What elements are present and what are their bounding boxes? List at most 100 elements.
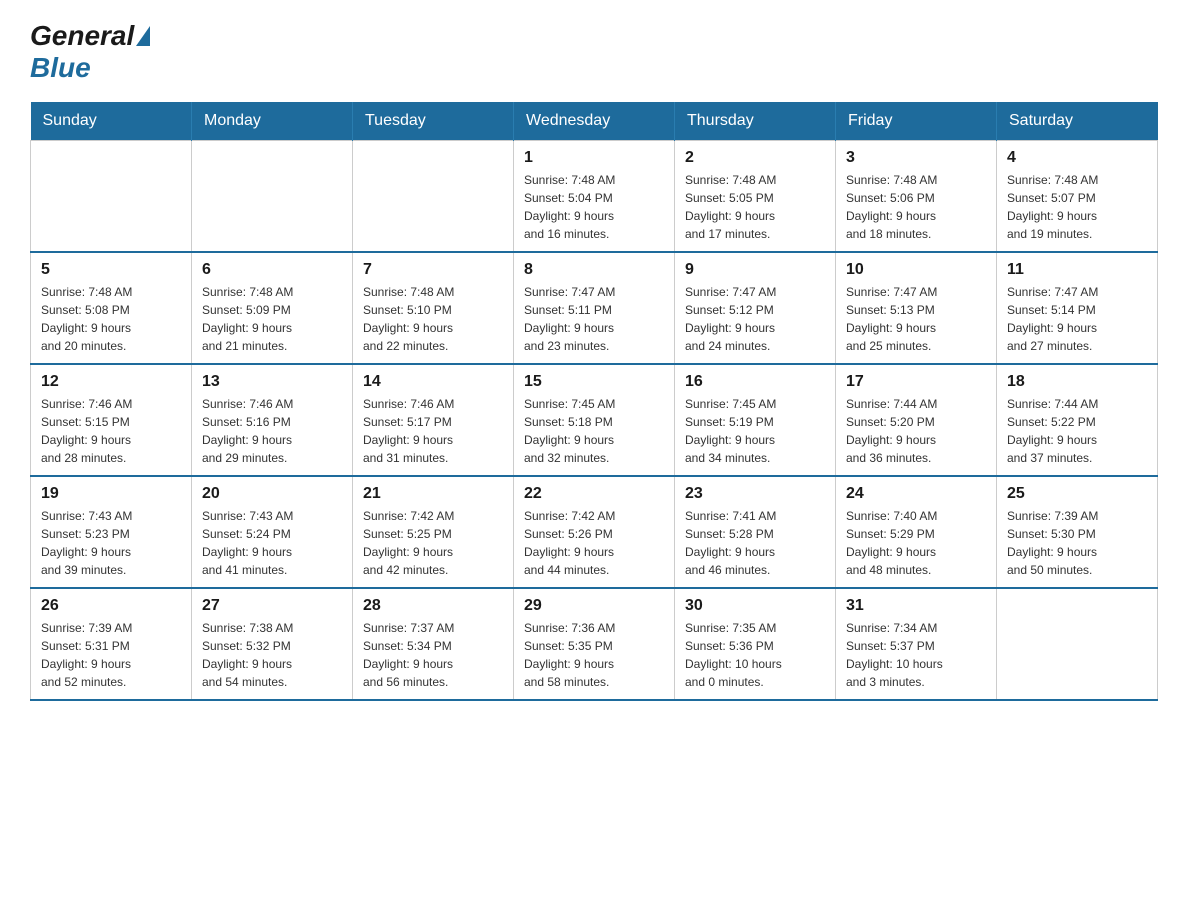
day-info: Sunrise: 7:43 AM Sunset: 5:24 PM Dayligh… <box>202 507 342 579</box>
calendar-table: SundayMondayTuesdayWednesdayThursdayFrid… <box>30 102 1158 701</box>
day-number: 26 <box>41 597 181 615</box>
day-number: 10 <box>846 261 986 279</box>
header-tuesday: Tuesday <box>353 102 514 141</box>
day-number: 19 <box>41 485 181 503</box>
calendar-week-row: 26Sunrise: 7:39 AM Sunset: 5:31 PM Dayli… <box>31 588 1158 700</box>
header-saturday: Saturday <box>997 102 1158 141</box>
calendar-cell: 25 Sunrise: 7:39 AM Sunset: 5:30 PM Dayli… <box>997 476 1158 588</box>
header-wednesday: Wednesday <box>514 102 675 141</box>
calendar-cell: 19 Sunrise: 7:43 AM Sunset: 5:23 PM Dayli… <box>31 476 192 588</box>
day-info: Sunrise: 7:48 AM Sunset: 5:08 PM Dayligh… <box>41 283 181 355</box>
calendar-week-row: 1 Sunrise: 7:48 AM Sunset: 5:04 PM Daylig… <box>31 141 1158 253</box>
day-info: Sunrise: 7:46 AM Sunset: 5:16 PM Dayligh… <box>202 395 342 467</box>
day-number: 18 <box>1007 373 1147 391</box>
day-info: Sunrise: 7:37 AM Sunset: 5:34 PM Dayligh… <box>363 619 503 691</box>
calendar-cell <box>353 141 514 253</box>
calendar-cell: 28 Sunrise: 7:37 AM Sunset: 5:34 PM Dayli… <box>353 588 514 700</box>
calendar-cell: 14 Sunrise: 7:46 AM Sunset: 5:17 PM Dayli… <box>353 364 514 476</box>
calendar-cell: 20 Sunrise: 7:43 AM Sunset: 5:24 PM Dayli… <box>192 476 353 588</box>
calendar-cell: 8 Sunrise: 7:47 AM Sunset: 5:11 PM Daylig… <box>514 252 675 364</box>
day-number: 2 <box>685 149 825 167</box>
day-number: 14 <box>363 373 503 391</box>
day-number: 3 <box>846 149 986 167</box>
day-info: Sunrise: 7:48 AM Sunset: 5:06 PM Dayligh… <box>846 171 986 243</box>
day-info: Sunrise: 7:46 AM Sunset: 5:17 PM Dayligh… <box>363 395 503 467</box>
day-number: 20 <box>202 485 342 503</box>
header-monday: Monday <box>192 102 353 141</box>
calendar-cell: 22 Sunrise: 7:42 AM Sunset: 5:26 PM Dayli… <box>514 476 675 588</box>
calendar-cell: 2Sunrise: 7:48 AM Sunset: 5:05 PM Daylig… <box>675 141 836 253</box>
logo-blue-text: Blue <box>30 52 91 83</box>
day-number: 4 <box>1007 149 1147 167</box>
day-number: 25 <box>1007 485 1147 503</box>
day-info: Sunrise: 7:39 AM Sunset: 5:30 PM Dayligh… <box>1007 507 1147 579</box>
day-info: Sunrise: 7:46 AM Sunset: 5:15 PM Dayligh… <box>41 395 181 467</box>
calendar-cell: 15Sunrise: 7:45 AM Sunset: 5:18 PM Dayli… <box>514 364 675 476</box>
calendar-week-row: 5 Sunrise: 7:48 AM Sunset: 5:08 PM Daylig… <box>31 252 1158 364</box>
day-number: 7 <box>363 261 503 279</box>
day-info: Sunrise: 7:48 AM Sunset: 5:04 PM Dayligh… <box>524 171 664 243</box>
day-info: Sunrise: 7:38 AM Sunset: 5:32 PM Dayligh… <box>202 619 342 691</box>
day-number: 29 <box>524 597 664 615</box>
calendar-cell <box>997 588 1158 700</box>
calendar-cell: 10Sunrise: 7:47 AM Sunset: 5:13 PM Dayli… <box>836 252 997 364</box>
logo-general-text: General <box>30 20 134 52</box>
logo-triangle-icon <box>136 26 150 46</box>
calendar-cell: 26Sunrise: 7:39 AM Sunset: 5:31 PM Dayli… <box>31 588 192 700</box>
day-info: Sunrise: 7:45 AM Sunset: 5:18 PM Dayligh… <box>524 395 664 467</box>
day-info: Sunrise: 7:45 AM Sunset: 5:19 PM Dayligh… <box>685 395 825 467</box>
calendar-cell: 29 Sunrise: 7:36 AM Sunset: 5:35 PM Dayli… <box>514 588 675 700</box>
calendar-cell: 18 Sunrise: 7:44 AM Sunset: 5:22 PM Dayli… <box>997 364 1158 476</box>
calendar-cell: 12 Sunrise: 7:46 AM Sunset: 5:15 PM Dayli… <box>31 364 192 476</box>
day-info: Sunrise: 7:48 AM Sunset: 5:07 PM Dayligh… <box>1007 171 1147 243</box>
calendar-cell: 17 Sunrise: 7:44 AM Sunset: 5:20 PM Dayli… <box>836 364 997 476</box>
day-info: Sunrise: 7:48 AM Sunset: 5:10 PM Dayligh… <box>363 283 503 355</box>
logo: General Blue <box>30 20 150 84</box>
day-info: Sunrise: 7:42 AM Sunset: 5:25 PM Dayligh… <box>363 507 503 579</box>
day-info: Sunrise: 7:43 AM Sunset: 5:23 PM Dayligh… <box>41 507 181 579</box>
day-number: 24 <box>846 485 986 503</box>
calendar-cell: 23Sunrise: 7:41 AM Sunset: 5:28 PM Dayli… <box>675 476 836 588</box>
calendar-cell: 27 Sunrise: 7:38 AM Sunset: 5:32 PM Dayli… <box>192 588 353 700</box>
calendar-header-row: SundayMondayTuesdayWednesdayThursdayFrid… <box>31 102 1158 141</box>
calendar-week-row: 12 Sunrise: 7:46 AM Sunset: 5:15 PM Dayli… <box>31 364 1158 476</box>
calendar-cell: 9Sunrise: 7:47 AM Sunset: 5:12 PM Daylig… <box>675 252 836 364</box>
day-info: Sunrise: 7:36 AM Sunset: 5:35 PM Dayligh… <box>524 619 664 691</box>
calendar-cell: 13 Sunrise: 7:46 AM Sunset: 5:16 PM Dayli… <box>192 364 353 476</box>
calendar-cell: 7 Sunrise: 7:48 AM Sunset: 5:10 PM Daylig… <box>353 252 514 364</box>
calendar-cell: 11 Sunrise: 7:47 AM Sunset: 5:14 PM Dayli… <box>997 252 1158 364</box>
day-number: 28 <box>363 597 503 615</box>
day-info: Sunrise: 7:44 AM Sunset: 5:20 PM Dayligh… <box>846 395 986 467</box>
day-number: 11 <box>1007 261 1147 279</box>
day-number: 5 <box>41 261 181 279</box>
calendar-cell: 4 Sunrise: 7:48 AM Sunset: 5:07 PM Daylig… <box>997 141 1158 253</box>
day-info: Sunrise: 7:44 AM Sunset: 5:22 PM Dayligh… <box>1007 395 1147 467</box>
calendar-cell: 16 Sunrise: 7:45 AM Sunset: 5:19 PM Dayli… <box>675 364 836 476</box>
day-info: Sunrise: 7:47 AM Sunset: 5:14 PM Dayligh… <box>1007 283 1147 355</box>
header-thursday: Thursday <box>675 102 836 141</box>
day-number: 12 <box>41 373 181 391</box>
day-number: 6 <box>202 261 342 279</box>
day-number: 8 <box>524 261 664 279</box>
day-number: 22 <box>524 485 664 503</box>
day-number: 17 <box>846 373 986 391</box>
day-number: 23 <box>685 485 825 503</box>
day-info: Sunrise: 7:48 AM Sunset: 5:09 PM Dayligh… <box>202 283 342 355</box>
day-info: Sunrise: 7:47 AM Sunset: 5:12 PM Dayligh… <box>685 283 825 355</box>
day-number: 16 <box>685 373 825 391</box>
day-number: 1 <box>524 149 664 167</box>
header: General Blue <box>30 20 1158 84</box>
calendar-cell: 6 Sunrise: 7:48 AM Sunset: 5:09 PM Daylig… <box>192 252 353 364</box>
calendar-cell <box>192 141 353 253</box>
calendar-cell: 5 Sunrise: 7:48 AM Sunset: 5:08 PM Daylig… <box>31 252 192 364</box>
calendar-cell: 21Sunrise: 7:42 AM Sunset: 5:25 PM Dayli… <box>353 476 514 588</box>
header-sunday: Sunday <box>31 102 192 141</box>
calendar-cell: 30Sunrise: 7:35 AM Sunset: 5:36 PM Dayli… <box>675 588 836 700</box>
day-number: 27 <box>202 597 342 615</box>
day-number: 30 <box>685 597 825 615</box>
day-number: 13 <box>202 373 342 391</box>
day-info: Sunrise: 7:42 AM Sunset: 5:26 PM Dayligh… <box>524 507 664 579</box>
day-info: Sunrise: 7:47 AM Sunset: 5:11 PM Dayligh… <box>524 283 664 355</box>
calendar-cell <box>31 141 192 253</box>
day-info: Sunrise: 7:34 AM Sunset: 5:37 PM Dayligh… <box>846 619 986 691</box>
